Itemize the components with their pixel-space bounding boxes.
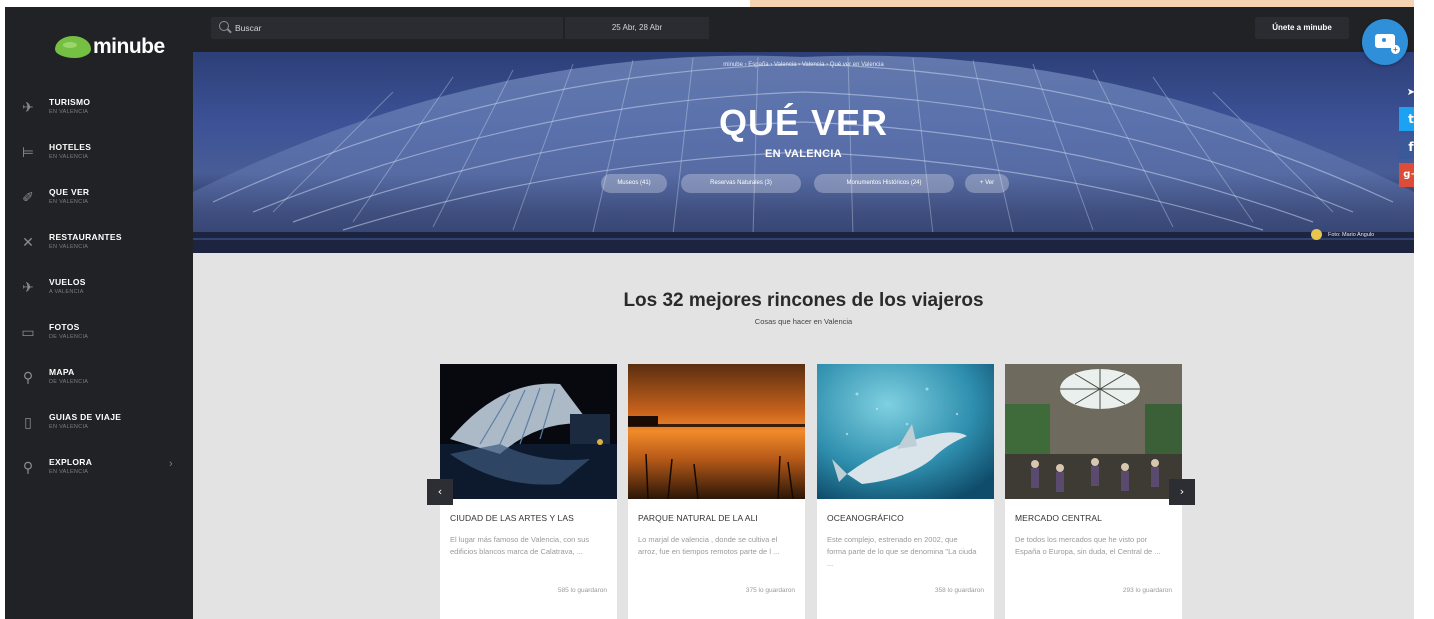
sidebar-item-vuelos[interactable]: ✈ VUELOS A VALENCIA [5,275,193,315]
page-margin [1414,0,1434,619]
sidebar-item-label: TURISMO [49,97,91,107]
sidebar-item-label: VUELOS [49,277,86,287]
place-card-albufera[interactable]: PARQUE NATURAL DE LA ALI Lo marjal de va… [628,364,805,619]
place-photo [628,364,805,499]
sidebar-item-label: QUE VER [49,187,90,197]
upload-photo-button[interactable]: + [1362,19,1408,65]
saved-count: 375 lo guardaron [745,587,795,594]
plane-icon: ✈ [22,100,34,116]
sidebar-item-restaurantes[interactable]: ✕ RESTAURANTES EN VALENCIA [5,230,193,270]
chip-monumentos-historicos[interactable]: Monumentos Históricos (24) [814,174,954,193]
facebook-icon: f [1408,140,1414,154]
chevron-right-icon: › [169,458,173,470]
place-card-oceanografico[interactable]: OCEANOGRÁFICO Este complejo, estrenado e… [817,364,994,619]
top-bar: 25 Abr, 28 Abr Únete a minube [193,7,1414,52]
chip-museos[interactable]: Museos (41) [601,174,667,193]
sidebar-item-sublabel: EN VALENCIA [49,154,89,160]
map-pin-icon: ⚲ [22,370,34,386]
breadcrumb[interactable]: minube › España › Valencia › Valencia › … [193,62,1414,68]
place-card-description: Lo marjal de valencia , donde se cultiva… [638,535,780,556]
place-card-title: CIUDAD DE LAS ARTES Y LAS [450,513,574,523]
sidebar-item-mapa[interactable]: ⚲ MAPA DE VALENCIA [5,365,193,405]
search-input[interactable] [235,19,535,37]
place-card-title: MERCADO CENTRAL [1015,513,1102,523]
search-box[interactable] [211,17,563,39]
avatar [1311,229,1322,241]
cutlery-icon: ✕ [22,235,34,251]
page: minube ✈ TURISMO EN VALENCIA ⊨ HOTELES E… [0,0,1434,619]
chip-ver-mas[interactable]: + Ver [965,174,1009,193]
place-card-description: El lugar más famoso de Valencia, con sus… [450,535,590,556]
chevron-left-icon: ‹ [437,485,443,498]
place-card-title: OCEANOGRÁFICO [827,513,904,523]
sidebar-item-sublabel: DE VALENCIA [49,379,89,385]
sidebar-item-label: HOTELES [49,142,92,152]
sidebar-item-explora[interactable]: ⚲ EXPLORA EN VALENCIA › [5,455,193,495]
pin-icon: ✐ [22,190,34,206]
sidebar-item-sublabel: A VALENCIA [49,289,84,295]
sidebar-item-sublabel: EN VALENCIA [49,244,89,250]
place-photo [817,364,994,499]
sidebar-item-label: EXPLORA [49,457,93,467]
chip-reservas-naturales[interactable]: Reservas Naturales (3) [681,174,801,193]
logo-text: minube [93,35,165,58]
sidebar-item-sublabel: EN VALENCIA [49,469,89,475]
sidebar-item-hoteles[interactable]: ⊨ HOTELES EN VALENCIA [5,140,193,180]
sidebar-item-que-ver[interactable]: ✐ QUE VER EN VALENCIA [5,185,193,225]
sidebar-item-label: MAPA [49,367,75,377]
section-subtitle: Cosas que hacer en Valencia [754,317,853,326]
plus-icon: + [1391,45,1400,54]
sidebar-item-sublabel: EN VALENCIA [49,109,89,115]
saved-count: 585 lo guardaron [557,587,607,594]
photo-credit: Foto: Mario Angulo [1311,229,1374,241]
sidebar: minube ✈ TURISMO EN VALENCIA ⊨ HOTELES E… [5,7,193,619]
sidebar-item-guias[interactable]: ▯ GUIAS DE VIAJE EN VALENCIA [5,410,193,450]
place-card-title: PARQUE NATURAL DE LA ALI [638,513,758,523]
sidebar-item-label: FOTOS [49,322,80,332]
twitter-icon: t [1408,112,1414,126]
minube-logo[interactable]: minube [55,29,165,65]
date-range-picker[interactable]: 25 Abr, 28 Abr [565,17,709,39]
sidebar-item-fotos[interactable]: ▭ FOTOS DE VALENCIA [5,320,193,360]
saved-count: 293 lo guardaron [1122,587,1172,594]
section-title: Los 32 mejores rincones de los viajeros [623,290,984,311]
carousel-next-button[interactable]: › [1169,479,1195,505]
sidebar-item-turismo[interactable]: ✈ TURISMO EN VALENCIA [5,95,193,135]
guide-icon: ▯ [24,415,32,431]
photo-credit-text: Foto: Mario Angulo [1328,232,1375,238]
sidebar-item-sublabel: DE VALENCIA [49,334,89,340]
flight-icon: ✈ [22,280,34,296]
place-card-description: Este complejo, estrenado en 2002, que fo… [827,535,977,568]
sidebar-item-sublabel: EN VALENCIA [49,199,89,205]
place-photo [440,364,617,499]
chevron-right-icon: › [1179,485,1185,498]
place-card-description: De todos los mercados que he visto por E… [1015,535,1161,556]
hero-banner: minube › España › Valencia › Valencia › … [193,52,1414,253]
search-icon [219,21,229,31]
place-card-ciudad-artes[interactable]: CIUDAD DE LAS ARTES Y LAS El lugar más f… [440,364,617,619]
main-content: Los 32 mejores rincones de los viajeros … [193,253,1414,619]
cloud-logo-icon [55,36,91,58]
photo-icon: ▭ [21,325,35,341]
carousel-prev-button[interactable]: ‹ [427,479,453,505]
page-subtitle: EN VALENCIA [764,148,843,160]
page-title: QUÉ VER [718,102,889,143]
join-minube-button[interactable]: Únete a minube [1255,17,1349,39]
place-card-mercado-central[interactable]: MERCADO CENTRAL De todos los mercados qu… [1005,364,1182,619]
saved-count: 358 lo guardaron [934,587,984,594]
place-photo [1005,364,1182,499]
sidebar-item-label: GUIAS DE VIAJE [49,412,122,422]
search-icon: ⚲ [22,460,34,476]
bed-icon: ⊨ [21,145,35,161]
sidebar-item-label: RESTAURANTES [49,232,122,242]
sidebar-item-sublabel: EN VALENCIA [49,424,89,430]
